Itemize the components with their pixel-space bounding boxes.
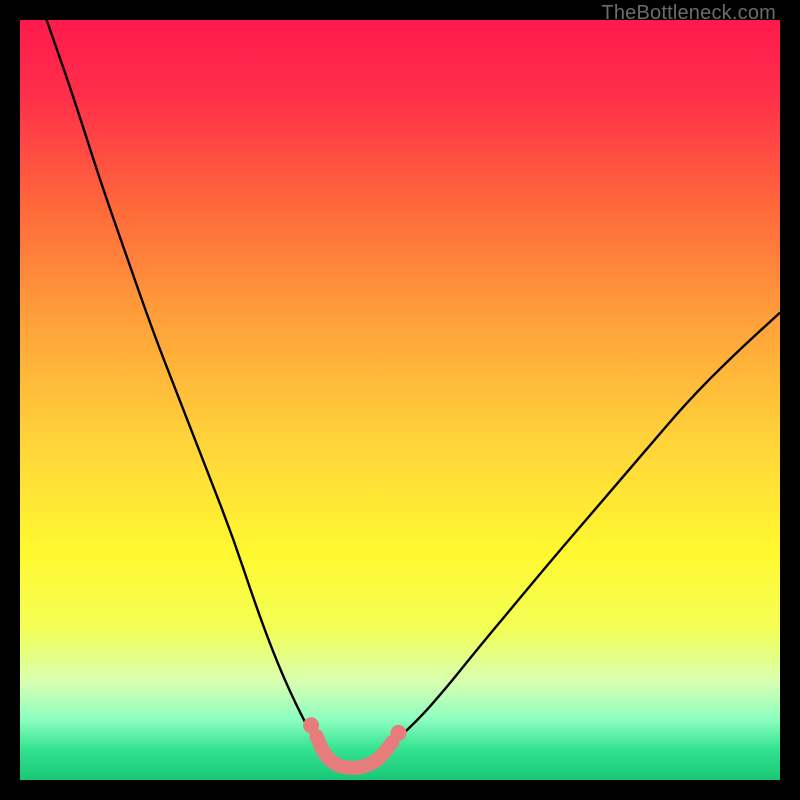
dot-valley-dots [390, 725, 406, 741]
plot-area [20, 20, 780, 780]
outer-frame: TheBottleneck.com [0, 0, 800, 800]
dot-valley-dots [303, 717, 319, 733]
gradient-background [20, 20, 780, 780]
watermark-text: TheBottleneck.com [601, 2, 776, 25]
chart-canvas [20, 20, 780, 780]
